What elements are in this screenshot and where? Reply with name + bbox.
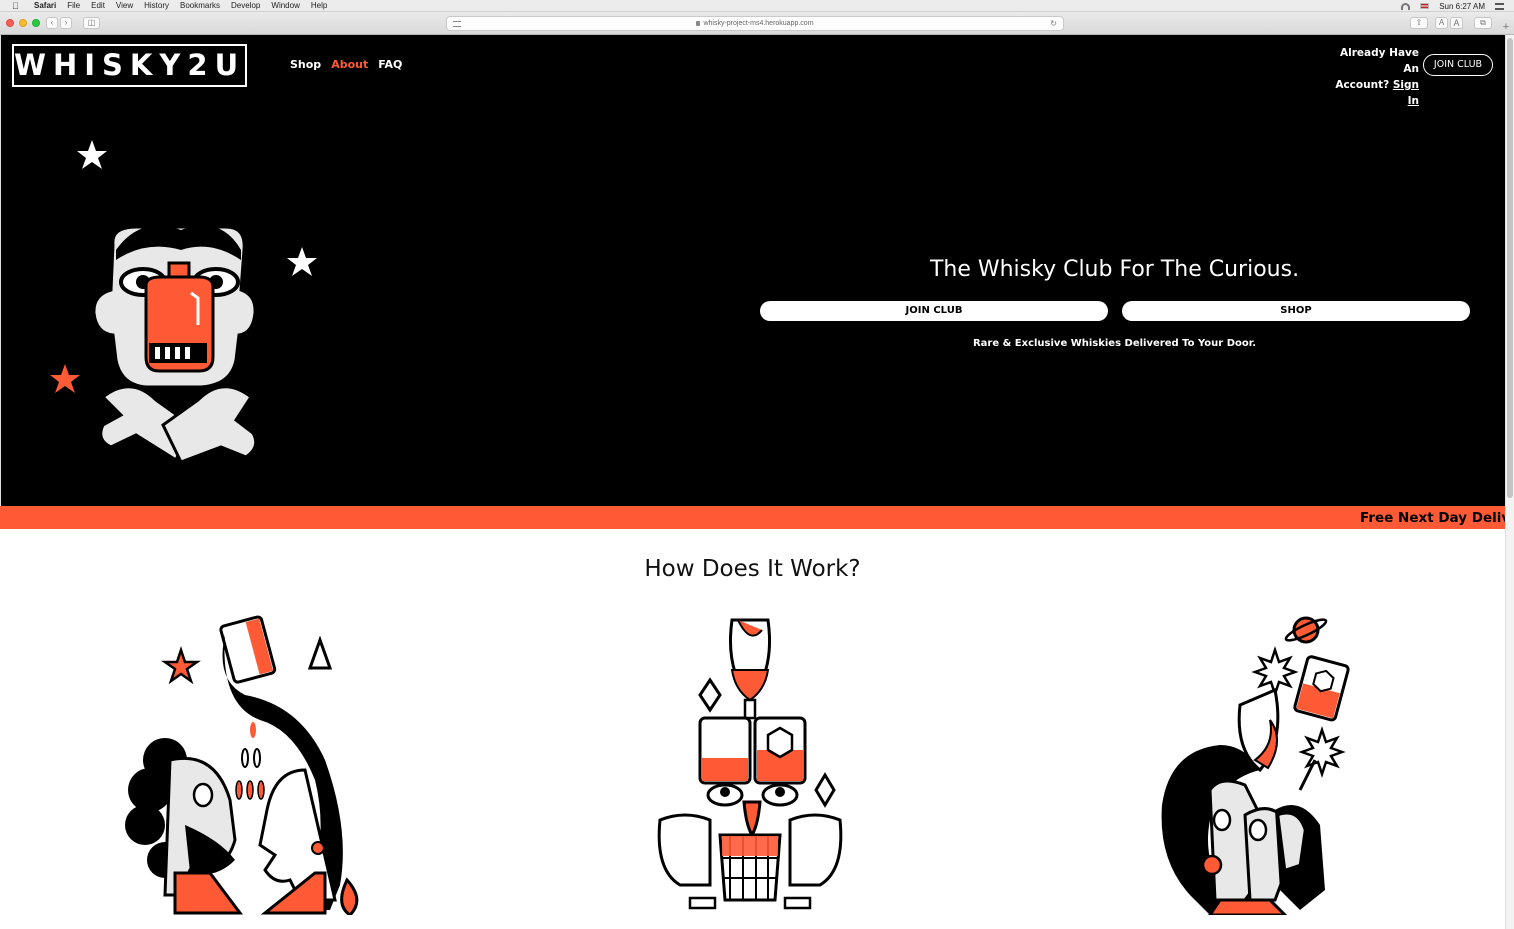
white-star-icon: [287, 247, 317, 276]
diamond-icon: [814, 772, 836, 808]
menu-develop[interactable]: Develop: [231, 1, 260, 10]
menubar-clock[interactable]: Sun 6:27 AM: [1439, 2, 1485, 11]
url-text: whisky-project-ms4.herokuapp.com: [703, 20, 814, 27]
menu-history[interactable]: History: [144, 1, 169, 10]
sharing-whisky-illustration: [125, 615, 359, 915]
orange-star-icon: [161, 646, 201, 685]
account-prompt-line1: Already Have An: [1340, 47, 1419, 75]
orange-star-icon: [50, 364, 80, 393]
site-logo[interactable]: WHISKY2U: [12, 44, 247, 87]
wifi-icon[interactable]: [1401, 2, 1411, 10]
share-icon[interactable]: ⇧: [1410, 17, 1428, 29]
tasting-illustration: [1161, 616, 1350, 915]
text-larger-button[interactable]: A: [1450, 17, 1463, 29]
macos-menubar:  Safari File Edit View History Bookmark…: [0, 0, 1514, 12]
back-button[interactable]: ‹: [46, 17, 58, 29]
address-bar[interactable]: whisky-project-ms4.herokuapp.com ↻: [446, 16, 1064, 31]
apple-menu-icon[interactable]: : [12, 1, 22, 11]
stacked-glasses-illustration: [657, 618, 843, 910]
menu-window[interactable]: Window: [271, 1, 299, 10]
menubar-status-area: Sun 6:27 AM: [1401, 0, 1504, 12]
starburst-icon: [1251, 646, 1299, 698]
triangle-icon: [307, 635, 333, 670]
nav-faq[interactable]: FAQ: [378, 58, 402, 71]
sign-in-link[interactable]: Sign In: [1393, 79, 1419, 107]
ticker-text: Free Next Day Delive: [1360, 510, 1505, 526]
menu-app-safari[interactable]: Safari: [34, 1, 56, 10]
scrollbar-thumb[interactable]: [1507, 38, 1513, 498]
reader-view-icon[interactable]: [453, 21, 461, 27]
tab-overview-icon[interactable]: ⧉: [1474, 17, 1492, 29]
input-source-flag-icon[interactable]: [1420, 3, 1430, 9]
menu-edit[interactable]: Edit: [91, 1, 105, 10]
white-star-icon: [77, 140, 107, 169]
join-club-header-button[interactable]: JOIN CLUB: [1423, 54, 1493, 76]
menu-bookmarks[interactable]: Bookmarks: [180, 1, 220, 10]
reload-icon[interactable]: ↻: [1050, 17, 1057, 30]
hero-face-illustration: [50, 140, 317, 464]
close-window-button[interactable]: [6, 19, 14, 27]
page-scrollbar[interactable]: [1505, 35, 1514, 929]
hero-join-club-button[interactable]: JOIN CLUB: [760, 301, 1108, 321]
sidebar-toggle-icon[interactable]: ◫: [83, 17, 100, 29]
hero-shop-button[interactable]: SHOP: [1122, 301, 1470, 321]
minimize-window-button[interactable]: [19, 19, 27, 27]
menu-file[interactable]: File: [67, 1, 80, 10]
web-page: WHISKY2U Shop About FAQ Already Have An …: [0, 35, 1505, 929]
forward-button[interactable]: ›: [60, 17, 72, 29]
menu-view[interactable]: View: [116, 1, 133, 10]
hero-subtitle: Rare & Exclusive Whiskies Delivered To Y…: [972, 338, 1257, 349]
browser-toolbar: ‹ › ◫ whisky-project-ms4.herokuapp.com ↻…: [0, 12, 1514, 35]
text-smaller-button[interactable]: A: [1435, 17, 1448, 29]
diamond-icon: [698, 677, 722, 713]
nav-about[interactable]: About: [331, 58, 368, 71]
main-nav: Shop About FAQ: [290, 58, 402, 71]
nav-shop[interactable]: Shop: [290, 58, 321, 71]
account-prompt-line2: Account?: [1335, 79, 1390, 91]
hero-title: The Whisky Club For The Curious.: [929, 257, 1300, 282]
announcement-ticker: Free Next Day Delive: [0, 506, 1505, 529]
account-prompt: Already Have An Account? Sign In: [1323, 45, 1419, 109]
lock-icon: [696, 20, 701, 26]
new-tab-icon[interactable]: +: [1500, 22, 1512, 34]
hero-section: WHISKY2U Shop About FAQ Already Have An …: [0, 35, 1505, 506]
starburst-icon: [1298, 726, 1346, 778]
notification-center-icon[interactable]: [1495, 2, 1504, 10]
how-it-works-title: How Does It Work?: [644, 556, 861, 582]
zoom-window-button[interactable]: [32, 19, 40, 27]
menu-help[interactable]: Help: [311, 1, 327, 10]
